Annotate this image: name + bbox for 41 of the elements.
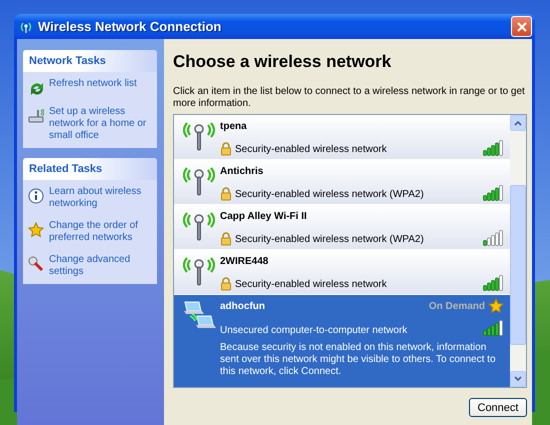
- security-label: Security-enabled wireless network: [235, 278, 387, 290]
- star-icon: [28, 222, 44, 238]
- signal-strength-icon: [483, 273, 504, 291]
- close-button[interactable]: [511, 16, 532, 37]
- network-item[interactable]: [174, 295, 510, 387]
- task-pane-header: Related Tasks: [23, 158, 157, 180]
- task-pane-header: Network Tasks: [23, 50, 157, 72]
- task-link[interactable]: Refresh network list: [49, 78, 137, 90]
- task-link[interactable]: Change the order of preferred networks: [49, 220, 153, 244]
- signal-strength-icon: [483, 138, 504, 156]
- task-link[interactable]: Change advanced settings: [49, 254, 153, 278]
- scroll-thumb[interactable]: [510, 185, 526, 345]
- security-label: Security-enabled wireless network (WPA2): [235, 188, 424, 200]
- network-name: adhocfun: [220, 300, 265, 312]
- signal-strength-icon: [483, 318, 504, 336]
- connect-button[interactable]: Connect: [469, 398, 527, 417]
- network-details: Because security is not enabled on this network, information sent over this network might be visible to others. To connect to this network, click Connect.: [220, 342, 497, 378]
- antenna-icon: [183, 120, 215, 152]
- antenna-icon: [183, 165, 215, 197]
- network-name: tpena: [220, 120, 247, 132]
- laptops-icon: [182, 300, 216, 330]
- instructions: Click an item in the list below to connect to a wireless network in range or to get more information.: [173, 86, 526, 110]
- security-label: Security-enabled wireless network (WPA2): [235, 234, 424, 244]
- security-label: Unsecured computer-to-computer network: [220, 325, 408, 336]
- info-icon: [28, 188, 44, 204]
- security-label: Security-enabled wireless network: [235, 144, 387, 154]
- signal-strength-icon: [483, 228, 504, 246]
- scroll-up-button[interactable]: [510, 115, 526, 131]
- antenna-icon: [183, 255, 215, 287]
- task-link[interactable]: Set up a wireless network for a home or small office: [49, 106, 153, 142]
- page-heading: Choose a wireless network: [173, 51, 392, 72]
- network-status: On Demand: [428, 300, 485, 312]
- antenna-icon: [183, 210, 215, 242]
- network-name: 2WIRE448: [220, 256, 268, 266]
- scroll-down-button[interactable]: [510, 371, 526, 387]
- signal-strength-icon: [483, 183, 504, 201]
- network-name: Antichris: [220, 166, 264, 176]
- task-link[interactable]: Learn about wireless networking: [49, 186, 153, 210]
- window-title: Wireless Network Connection: [38, 19, 222, 34]
- router-icon: [28, 108, 44, 124]
- network-name: Capp Alley Wi-Fi II: [220, 210, 307, 222]
